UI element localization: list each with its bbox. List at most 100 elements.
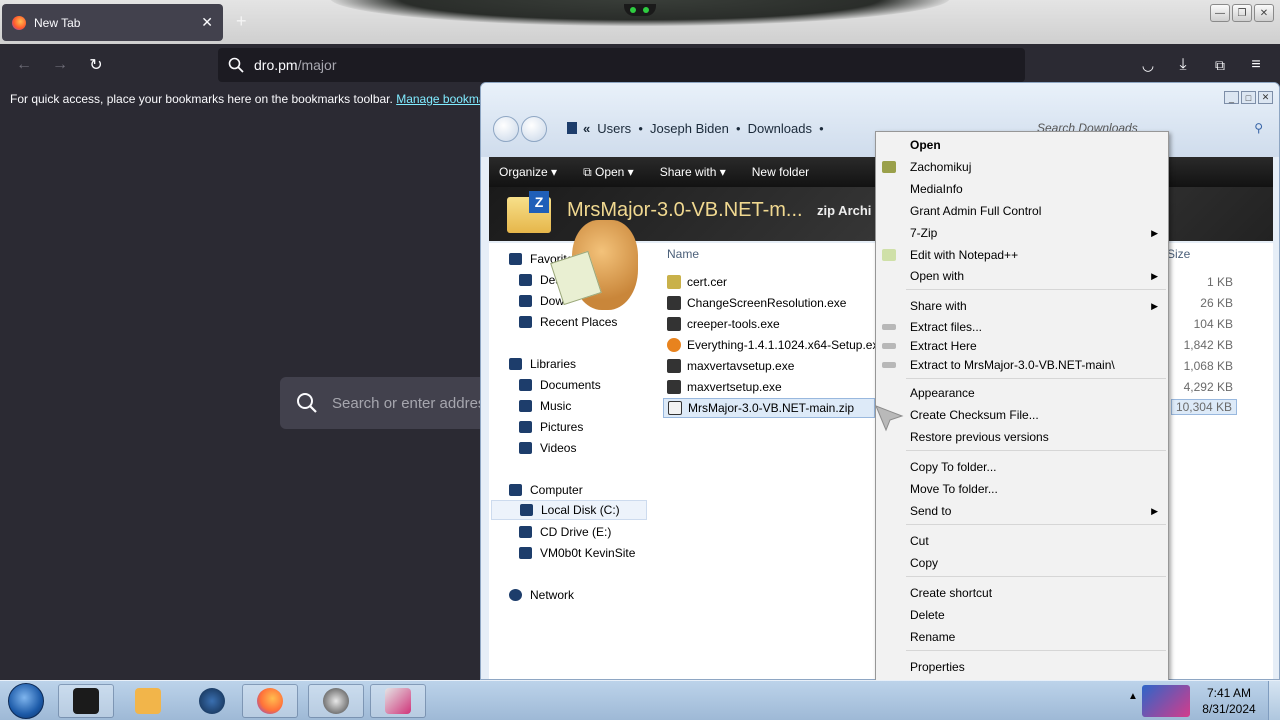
menu-item-extract-to[interactable]: Extract to MrsMajor-3.0-VB.NET-main\	[876, 355, 1168, 375]
breadcrumb-joseph-biden[interactable]: Joseph Biden	[650, 121, 729, 136]
menu-item-extract-files[interactable]: Extract files...	[876, 317, 1168, 337]
menu-item-edit-notepad[interactable]: Edit with Notepad++	[876, 245, 1168, 265]
nav-computer[interactable]: Computer	[509, 480, 583, 500]
menu-item-7zip[interactable]: 7-Zip ▶	[876, 223, 1168, 243]
nav-network-share[interactable]: VM0b0t KevinSite	[519, 543, 635, 563]
close-icon[interactable]: ✕	[1254, 4, 1274, 22]
organize-button[interactable]: Organize ▾	[499, 165, 557, 179]
share-with-button[interactable]: Share with ▾	[660, 165, 726, 179]
menu-item-delete[interactable]: Delete	[876, 605, 1168, 625]
column-header-name[interactable]: Name	[667, 247, 699, 261]
breadcrumb-separator-icon[interactable]: ●	[736, 124, 741, 133]
file-row[interactable]: maxvertsetup.exe	[667, 377, 782, 397]
menu-item-mediainfo[interactable]: MediaInfo	[876, 179, 1168, 199]
taskbar-firefox[interactable]	[242, 684, 298, 718]
breadcrumb-separator-icon[interactable]: ●	[638, 124, 643, 133]
documents-icon	[519, 379, 532, 391]
restore-icon[interactable]: ❐	[1232, 4, 1252, 22]
menu-item-copy-to-folder[interactable]: Copy To folder...	[876, 457, 1168, 477]
nav-local-disk[interactable]: Local Disk (C:)	[491, 500, 647, 520]
new-folder-button[interactable]: New folder	[752, 165, 809, 179]
breadcrumb-overflow-icon[interactable]: «	[583, 121, 590, 136]
minimize-icon[interactable]: —	[1210, 4, 1230, 22]
menu-item-open[interactable]: Open	[876, 135, 1168, 155]
taskbar-globe[interactable]	[184, 684, 240, 718]
nav-music[interactable]: Music	[519, 396, 571, 416]
taskbar-picture-app[interactable]	[370, 684, 426, 718]
black-box-icon	[73, 688, 99, 714]
new-tab-button[interactable]: +	[236, 12, 247, 30]
menu-item-extract-here[interactable]: Extract Here	[876, 336, 1168, 356]
menu-item-open-with[interactable]: Open with ▶	[876, 266, 1168, 286]
system-clock[interactable]: 7:41 AM 8/31/2024	[1196, 685, 1262, 717]
show-hidden-icons-icon[interactable]: ▲	[1128, 691, 1138, 702]
pocket-icon[interactable]: ◡	[1137, 54, 1159, 76]
nav-libraries[interactable]: Libraries	[509, 354, 576, 374]
close-tab-icon[interactable]: ✕	[201, 14, 213, 31]
minimize-icon[interactable]: _	[1224, 91, 1239, 104]
file-size: 26 KB	[1200, 296, 1233, 310]
extensions-icon[interactable]: ⧉	[1209, 54, 1231, 76]
menu-item-create-shortcut[interactable]: Create shortcut	[876, 583, 1168, 603]
nav-videos[interactable]: Videos	[519, 438, 576, 458]
archive-icon	[882, 324, 896, 330]
explorer-window-controls: _ □ ✕	[1224, 91, 1273, 104]
file-row[interactable]: ChangeScreenResolution.exe	[667, 293, 846, 313]
show-desktop-button[interactable]	[1268, 681, 1280, 720]
maximize-icon[interactable]: □	[1241, 91, 1256, 104]
start-button-icon[interactable]	[8, 683, 44, 719]
image-viewer-icon	[385, 688, 411, 714]
nav-recent-places[interactable]: Recent Places	[519, 312, 617, 332]
header-file-type: zip Archi	[817, 203, 872, 218]
menu-item-cut[interactable]: Cut	[876, 531, 1168, 551]
file-row[interactable]: cert.cer	[667, 272, 727, 292]
menu-item-appearance[interactable]: Appearance	[876, 383, 1168, 403]
menu-icon[interactable]: ≡	[1245, 54, 1267, 76]
search-icon	[228, 57, 244, 73]
taskbar-explorer[interactable]	[58, 684, 114, 718]
breadcrumb-users[interactable]: Users	[597, 121, 631, 136]
skull-icon	[323, 688, 349, 714]
tray-app-icon[interactable]	[1142, 685, 1190, 717]
menu-item-share-with[interactable]: Share with ▶	[876, 296, 1168, 316]
url-bar[interactable]: dro.pm/major	[218, 48, 1025, 82]
zip-folder-icon: Z	[507, 191, 551, 233]
open-button[interactable]: ⧉ Open ▾	[583, 165, 634, 180]
nav-pictures[interactable]: Pictures	[519, 417, 583, 437]
column-header-size[interactable]: Size	[1167, 247, 1190, 261]
menu-item-move-to-folder[interactable]: Move To folder...	[876, 479, 1168, 499]
breadcrumb-separator-icon[interactable]: ●	[819, 124, 824, 133]
download-icon[interactable]: ⤓	[1172, 54, 1194, 76]
explorer-forward-icon[interactable]	[521, 116, 547, 142]
nav-cd-drive[interactable]: CD Drive (E:)	[519, 522, 611, 542]
file-row[interactable]: Everything-1.4.1.1024.x64-Setup.exe	[667, 335, 885, 355]
nav-network[interactable]: Network	[509, 585, 574, 605]
file-row[interactable]: creeper-tools.exe	[667, 314, 780, 334]
explorer-back-icon[interactable]	[493, 116, 519, 142]
tab-new-tab[interactable]: New Tab ✕	[2, 4, 223, 41]
open-icon: ⧉	[583, 164, 592, 179]
exe-icon	[667, 380, 681, 394]
menu-item-zachomikuj[interactable]: Zachomikuj	[876, 157, 1168, 177]
taskbar-skull-app[interactable]	[308, 684, 364, 718]
menu-item-copy[interactable]: Copy	[876, 553, 1168, 573]
close-icon[interactable]: ✕	[1258, 91, 1273, 104]
breadcrumb-downloads[interactable]: Downloads	[748, 121, 812, 136]
menu-item-properties[interactable]: Properties	[876, 657, 1168, 677]
menu-item-create-checksum[interactable]: Create Checksum File...	[876, 405, 1168, 425]
file-row[interactable]: maxvertavsetup.exe	[667, 356, 794, 376]
menu-item-rename[interactable]: Rename	[876, 627, 1168, 647]
music-icon	[519, 400, 532, 412]
reload-icon[interactable]: ↻	[85, 54, 107, 76]
file-size-selected: 10,304 KB	[1170, 399, 1237, 415]
forward-icon[interactable]: →	[49, 54, 71, 76]
menu-item-grant-admin[interactable]: Grant Admin Full Control	[876, 201, 1168, 221]
back-icon[interactable]: ←	[13, 54, 35, 76]
content-search-box[interactable]: Search or enter address	[280, 377, 500, 429]
menu-item-restore-versions[interactable]: Restore previous versions	[876, 427, 1168, 447]
nav-documents[interactable]: Documents	[519, 375, 601, 395]
menu-item-send-to[interactable]: Send to ▶	[876, 501, 1168, 521]
clock-time: 7:41 AM	[1206, 686, 1252, 700]
file-row-selected[interactable]: MrsMajor-3.0-VB.NET-main.zip	[663, 398, 876, 418]
taskbar-media-player[interactable]	[120, 684, 176, 718]
